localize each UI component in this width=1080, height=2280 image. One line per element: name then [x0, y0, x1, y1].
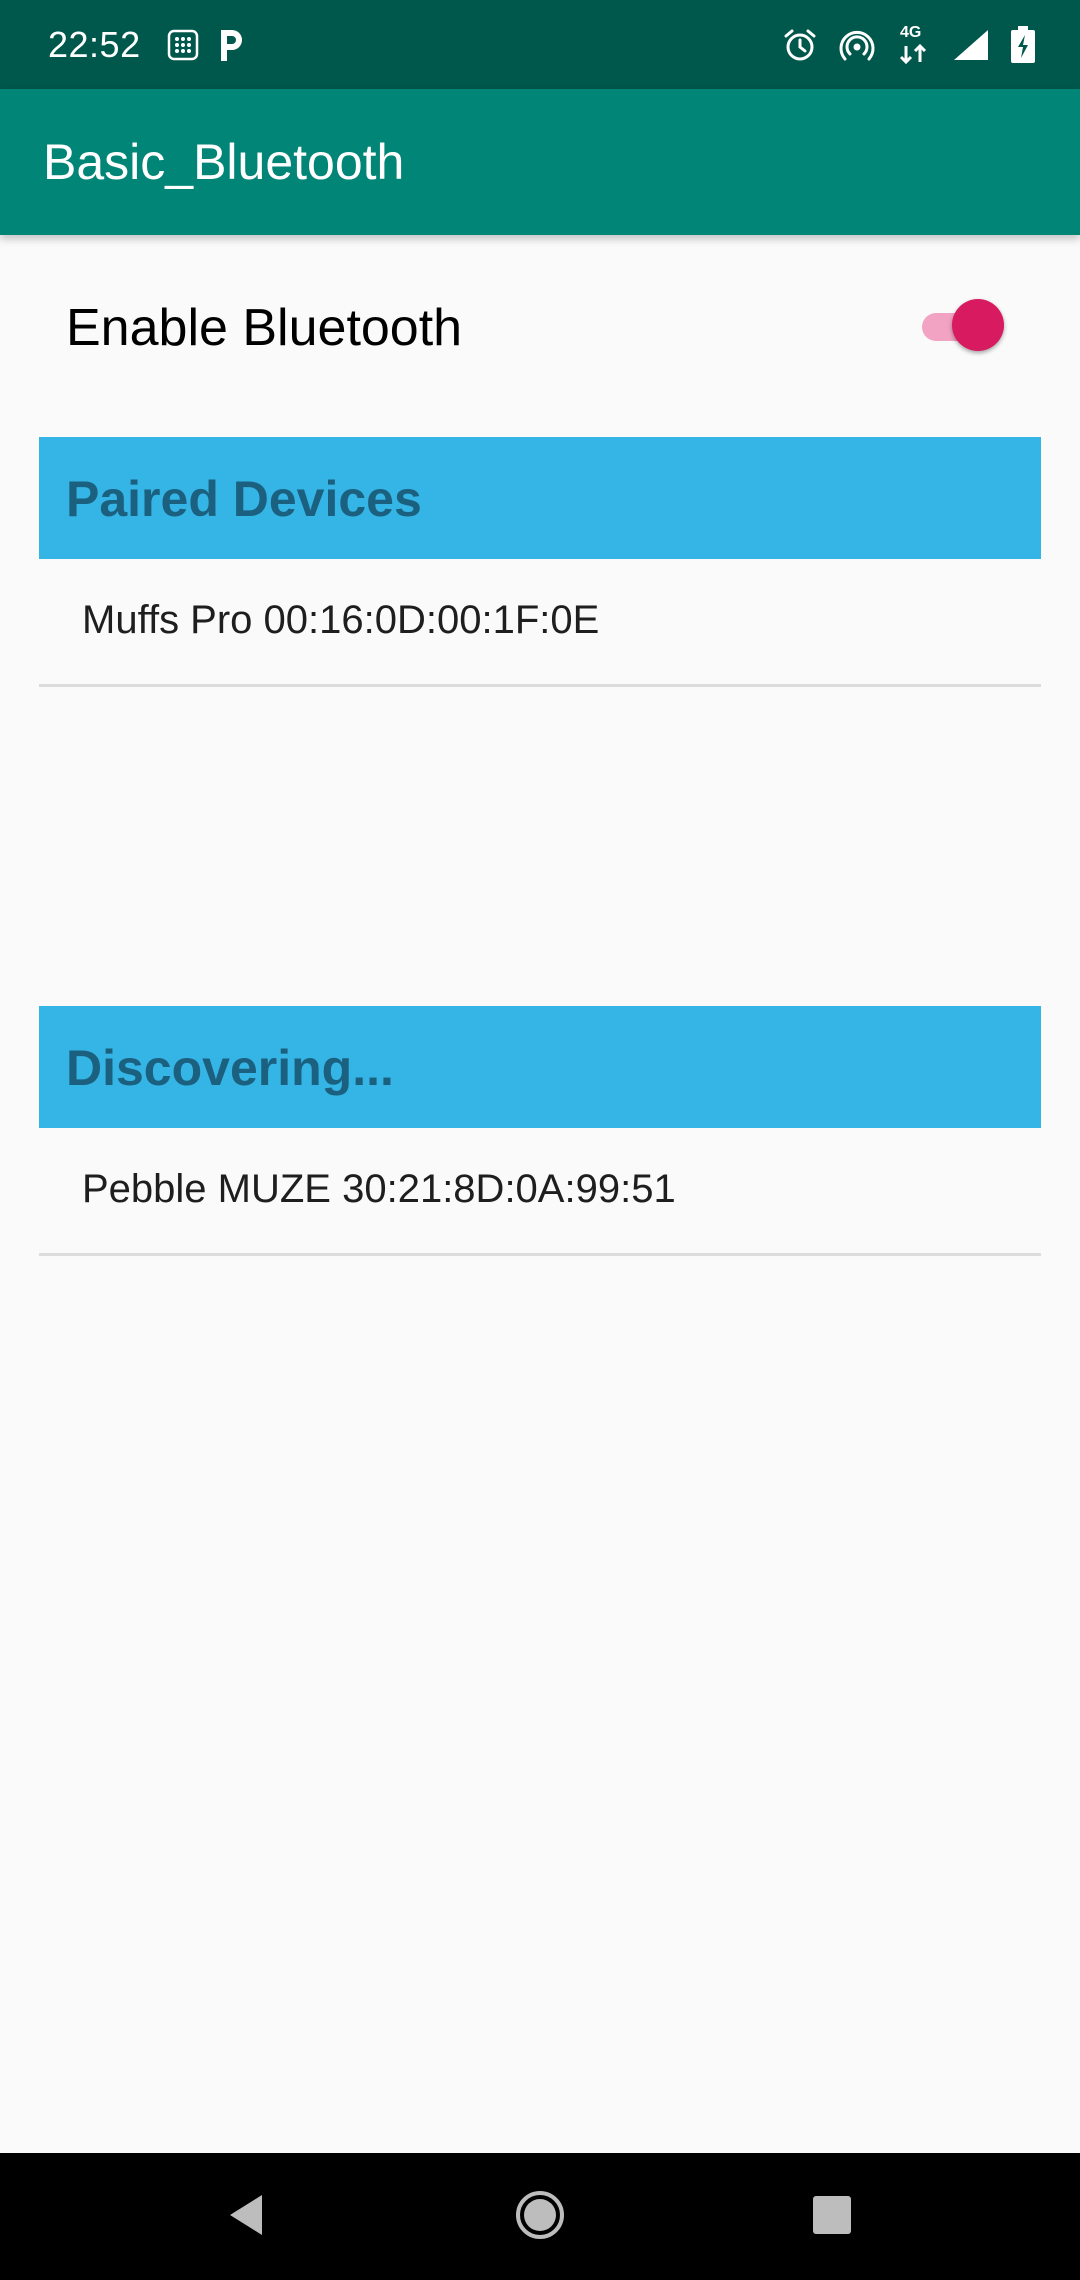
- signal-icon: [952, 28, 990, 62]
- app-bar: Basic_Bluetooth: [0, 89, 1080, 235]
- network-4g-icon: 4G: [896, 24, 932, 66]
- sim-toolkit-icon: [166, 28, 200, 62]
- paired-devices-header: Paired Devices: [39, 437, 1041, 559]
- status-time: 22:52: [48, 24, 141, 65]
- back-button[interactable]: [210, 2181, 282, 2253]
- bluetooth-toggle-row[interactable]: Enable Bluetooth: [0, 268, 1080, 384]
- bluetooth-toggle-label: Enable Bluetooth: [66, 299, 463, 357]
- parking-icon: [216, 27, 246, 63]
- app-title: Basic_Bluetooth: [43, 134, 405, 190]
- back-icon: [224, 2191, 268, 2244]
- recents-button[interactable]: [796, 2181, 868, 2253]
- navigation-bar: [0, 2153, 1080, 2280]
- paired-device-item[interactable]: Muffs Pro 00:16:0D:00:1F:0E: [39, 559, 1041, 687]
- paired-device-label: Muffs Pro 00:16:0D:00:1F:0E: [82, 598, 600, 642]
- alarm-icon: [782, 27, 818, 63]
- discovered-device-label: Pebble MUZE 30:21:8D:0A:99:51: [82, 1167, 676, 1211]
- home-button[interactable]: [504, 2181, 576, 2253]
- battery-charging-icon: [1010, 26, 1036, 64]
- switch-thumb[interactable]: [952, 299, 1004, 351]
- status-bar: 22:52 4G: [0, 0, 1080, 89]
- status-right-icons: 4G: [782, 22, 1036, 68]
- bluetooth-switch[interactable]: [920, 296, 1012, 356]
- home-icon: [514, 2189, 566, 2246]
- discovering-header: Discovering...: [39, 1006, 1041, 1128]
- status-left-icons: [166, 24, 246, 66]
- paired-devices-title: Paired Devices: [66, 471, 422, 527]
- discovering-title: Discovering...: [66, 1040, 394, 1096]
- hotspot-icon: [838, 27, 876, 63]
- recents-icon: [810, 2193, 854, 2242]
- discovered-device-item[interactable]: Pebble MUZE 30:21:8D:0A:99:51: [39, 1128, 1041, 1256]
